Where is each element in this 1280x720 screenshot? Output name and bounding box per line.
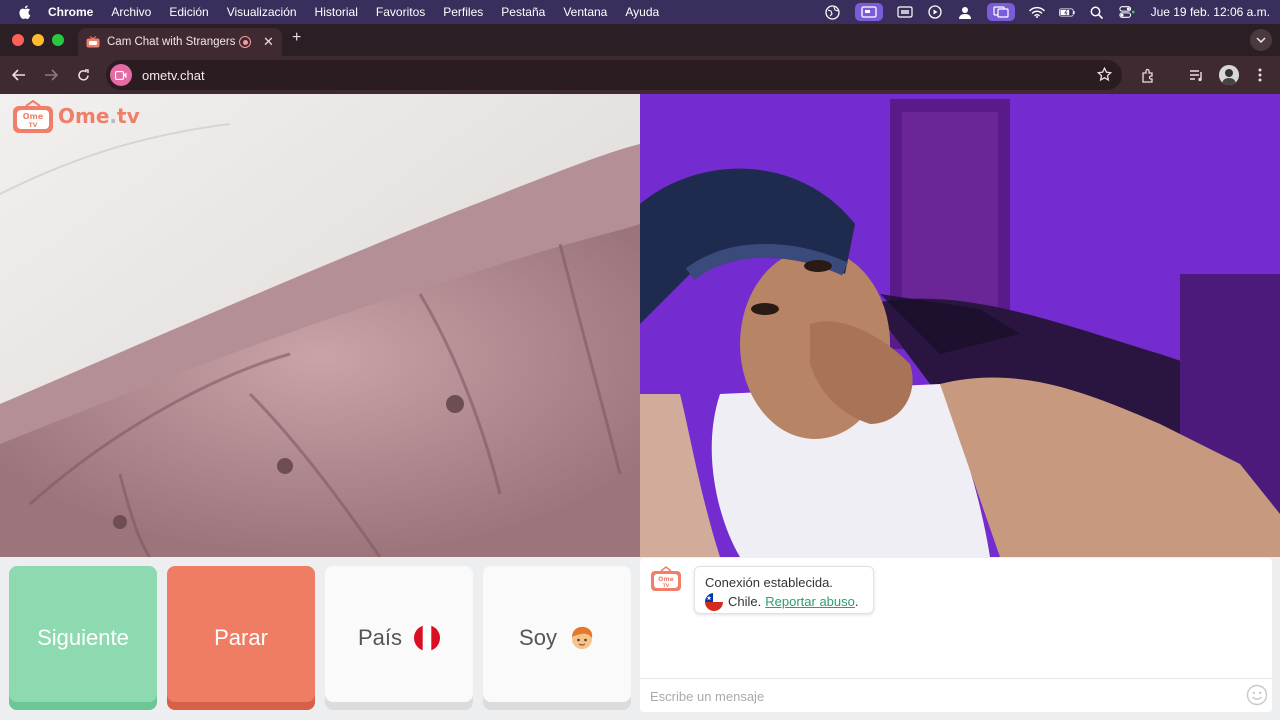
media-controls-icon[interactable] — [1188, 67, 1204, 83]
chat-logo-badge-bottom: TV — [663, 583, 670, 589]
ometv-tv-icon: Ome TV — [12, 99, 54, 133]
report-abuse-link[interactable]: Reportar abuso — [765, 592, 855, 611]
play-icon[interactable] — [927, 5, 943, 19]
country-line: Chile. Reportar abuso. — [705, 592, 863, 611]
chile-flag-icon — [705, 592, 723, 611]
screen-mirroring-icon[interactable] — [986, 3, 1015, 21]
vpn-globe-icon[interactable] — [825, 4, 841, 20]
window-close-button[interactable] — [12, 34, 24, 46]
peru-flag-icon — [414, 625, 441, 651]
menu-bar: Chrome Archivo Edición Visualización His… — [0, 0, 1280, 24]
next-button-label: Siguiente — [37, 625, 129, 650]
gender-select-button[interactable]: Soy — [483, 566, 631, 710]
bookmark-star-icon[interactable] — [1096, 66, 1113, 87]
tab-search-button[interactable] — [1250, 29, 1272, 51]
chrome-menu-icon[interactable] — [1252, 67, 1268, 83]
logo-brand-main: Ome — [58, 104, 110, 128]
forward-icon[interactable] — [42, 66, 60, 84]
display-icon[interactable] — [896, 5, 913, 19]
tab-close-icon[interactable]: ✕ — [263, 34, 274, 50]
menu-perfiles[interactable]: Perfiles — [443, 5, 483, 19]
boy-face-icon — [569, 625, 595, 651]
country-filter-button[interactable]: País — [325, 566, 473, 710]
logo-brand-dot: . — [109, 104, 118, 128]
menu-visualizacion[interactable]: Visualización — [227, 5, 297, 19]
screen-record-icon[interactable] — [854, 3, 883, 21]
remote-video-frame — [640, 94, 1280, 557]
chat-input-row — [640, 678, 1272, 712]
address-url[interactable]: ometv.chat — [142, 68, 205, 83]
logo-brand-tail: tv — [117, 104, 140, 128]
wifi-icon[interactable] — [1028, 5, 1045, 19]
window-minimize-button[interactable] — [32, 34, 44, 46]
address-bar[interactable]: ometv.chat — [106, 60, 1122, 90]
menu-edicion[interactable]: Edición — [169, 5, 208, 19]
extensions-icon[interactable] — [1140, 67, 1156, 83]
ometv-chat-logo-icon: Ome TV — [650, 565, 682, 592]
chat-logo-badge-top: Ome — [658, 576, 673, 583]
tab-ometv[interactable]: Cam Chat with Strangers ✕ — [78, 28, 282, 56]
tab-title: Cam Chat with Strangers — [107, 36, 235, 48]
menu-historial[interactable]: Historial — [315, 5, 358, 19]
local-video-frame — [0, 94, 640, 557]
menu-ayuda[interactable]: Ayuda — [625, 5, 659, 19]
back-icon[interactable] — [10, 66, 28, 84]
country-button-label: País — [357, 625, 403, 650]
gender-button-label: Soy — [519, 625, 557, 650]
menu-archivo[interactable]: Archivo — [111, 5, 151, 19]
browser-toolbar: ometv.chat — [0, 56, 1280, 94]
menu-favoritos[interactable]: Favoritos — [376, 5, 425, 19]
ometv-favicon-icon — [86, 36, 100, 48]
logo-badge-bottom: TV — [29, 122, 38, 129]
apple-icon[interactable] — [18, 5, 32, 19]
profile-avatar[interactable] — [1219, 65, 1239, 85]
menu-ventana[interactable]: Ventana — [563, 5, 607, 19]
message-input[interactable] — [650, 685, 1230, 707]
logo-wordmark: Ome.tv — [58, 104, 140, 128]
report-suffix: . — [854, 594, 859, 609]
remote-video — [640, 94, 1280, 557]
user-icon[interactable] — [957, 5, 973, 19]
menu-pestana[interactable]: Pestaña — [501, 5, 545, 19]
local-video: Ome TV Ome.tv — [0, 94, 640, 557]
new-tab-icon[interactable]: + — [292, 29, 301, 47]
system-message-bubble: Conexión establecida. Chile. Reportar ab… — [694, 566, 874, 614]
chat-panel: Ome TV Conexión establecida. Chile. Repo… — [640, 558, 1272, 712]
search-icon[interactable] — [1089, 5, 1105, 19]
site-camera-icon[interactable] — [110, 64, 132, 86]
stop-button-label: Parar — [214, 625, 268, 650]
tab-strip: Cam Chat with Strangers ✕ + — [0, 24, 1280, 56]
window-zoom-button[interactable] — [52, 34, 64, 46]
ometv-logo[interactable]: Ome TV Ome.tv — [12, 99, 140, 133]
ometv-page: Ome TV Ome.tv Siguiente Parar País Soy O… — [0, 94, 1280, 720]
connection-status-text: Conexión establecida. — [705, 575, 833, 590]
status-area: Jue 19 feb. 12:06 a.m. — [825, 0, 1270, 24]
control-center-icon[interactable] — [1118, 5, 1135, 19]
recording-indicator-icon — [239, 36, 251, 48]
stop-button[interactable]: Parar — [167, 566, 315, 710]
menubar-clock[interactable]: Jue 19 feb. 12:06 a.m. — [1151, 5, 1270, 19]
reload-icon[interactable] — [74, 66, 92, 84]
emoji-picker-icon[interactable] — [1246, 684, 1268, 706]
next-button[interactable]: Siguiente — [9, 566, 157, 710]
menu-app-chrome[interactable]: Chrome — [48, 5, 93, 19]
logo-badge-top: Ome — [23, 112, 44, 121]
partner-country: Chile. — [728, 594, 762, 609]
battery-icon[interactable] — [1058, 5, 1075, 19]
